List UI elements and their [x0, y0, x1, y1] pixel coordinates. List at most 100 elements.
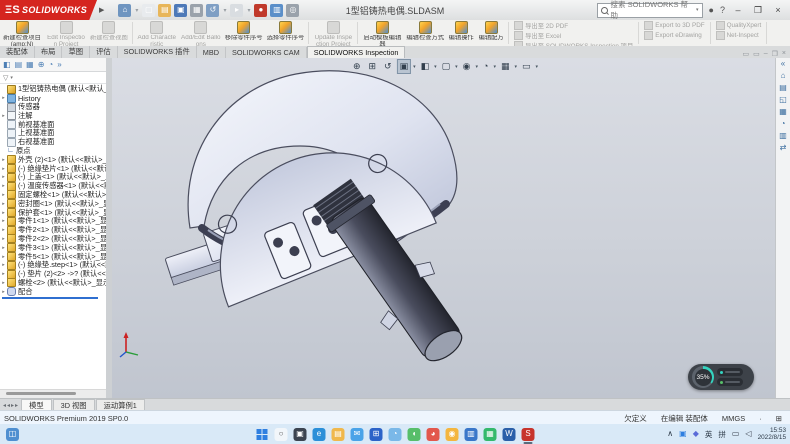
forum-icon[interactable]: ⇄ [780, 144, 787, 152]
ribbon-button[interactable]: 编辑操作 [446, 20, 476, 46]
command-tab-solidworks-cam[interactable]: SOLIDWORKS CAM [226, 47, 307, 58]
weather-icon[interactable]: ◔ [389, 428, 402, 441]
displaymanager-tab-icon[interactable]: ◔ [48, 60, 53, 69]
command-tab-草图[interactable]: 草图 [62, 46, 90, 58]
scroll-arrow-icon[interactable]: ▸ [11, 402, 14, 409]
tree-row[interactable]: 1型铝铸热电偶 (默认<默认_显示状态-1 [0, 85, 106, 94]
reader-icon[interactable]: ▥ [465, 428, 478, 441]
filter-dropdown-icon[interactable]: ▾ [10, 75, 13, 81]
solidworks-logo[interactable]: ΞS SOLIDWORKS [0, 0, 97, 20]
scrollbar-thumb[interactable] [6, 392, 76, 395]
onedrive-icon[interactable]: ▣ [679, 430, 687, 438]
expand-arrow-icon[interactable]: ▸ [0, 280, 7, 286]
command-tab-装配体[interactable]: 装配体 [0, 46, 35, 58]
options-gear-icon[interactable]: ◎ [286, 4, 299, 17]
command-tab-solidworks-inspection[interactable]: SOLIDWORKS Inspection [307, 46, 406, 58]
display-pane-icon[interactable]: ▥ [270, 4, 283, 17]
expand-arrow-icon[interactable]: ▸ [0, 174, 7, 180]
ribbon-button[interactable]: 移除零件序号 [223, 20, 265, 46]
new-document-icon[interactable]: ▢ [142, 4, 155, 17]
doc-window-button[interactable]: – [764, 50, 768, 58]
tab-overflow-icon[interactable]: » [57, 60, 61, 69]
custom-properties-icon[interactable]: ▥ [779, 132, 787, 140]
expand-arrow-icon[interactable]: ▸ [0, 245, 7, 251]
touch-keyboard-icon[interactable]: ▭ [732, 430, 740, 438]
featuremanager-tab-icon[interactable]: ◧ [3, 60, 11, 69]
search-dropdown-icon[interactable]: ▾ [696, 7, 699, 13]
word-icon[interactable]: W [503, 428, 516, 441]
command-tab-solidworks-插件[interactable]: SOLIDWORKS 插件 [118, 46, 197, 58]
recorder-button-2[interactable] [717, 378, 743, 386]
tree-row[interactable]: ▸History [0, 94, 106, 103]
print-icon[interactable]: ▦ [190, 4, 203, 17]
expand-arrow-icon[interactable]: ▸ [0, 210, 7, 216]
logo-expand-arrow-icon[interactable]: ▶ [99, 6, 104, 14]
solidworks-app-icon[interactable]: S [522, 428, 535, 441]
tree-filter-row[interactable]: ▽ ▾ [0, 72, 106, 84]
language-indicator[interactable]: 英 [705, 429, 713, 440]
ribbon-button[interactable]: 编辑检查方式 [404, 20, 446, 46]
solidworks-resources-icon[interactable]: ⌂ [781, 72, 786, 80]
notes-icon[interactable]: ▦ [484, 428, 497, 441]
ribbon-button[interactable]: 启动模板编辑器 [360, 20, 404, 46]
file-explorer-icon[interactable]: ◱ [779, 96, 787, 104]
start-button[interactable] [256, 428, 269, 441]
expand-arrow-icon[interactable]: ▸ [0, 254, 7, 260]
command-tab-布局[interactable]: 布局 [35, 46, 63, 58]
tree-row[interactable]: ▸配合 [0, 287, 106, 296]
assembly-model[interactable] [112, 58, 776, 398]
expand-arrow-icon[interactable]: ▸ [0, 113, 7, 119]
clock[interactable]: 15:532022/8/15 [758, 427, 786, 442]
select-cursor-icon[interactable]: ▸ [230, 4, 243, 17]
tray-chevron-icon[interactable]: ∧ [667, 430, 673, 438]
wechat-icon[interactable]: ◖ [408, 428, 421, 441]
task-view-icon[interactable]: ▣ [294, 428, 307, 441]
expand-arrow-icon[interactable]: ▸ [0, 166, 7, 172]
ribbon-button[interactable]: 新建检查项目 (amp;N) [0, 20, 44, 46]
collapse-taskpane-icon[interactable]: « [781, 60, 785, 68]
doc-window-button[interactable]: ▭ [753, 50, 760, 58]
expand-arrow-icon[interactable]: ▸ [0, 192, 7, 198]
doc-window-button[interactable]: ❐ [772, 50, 778, 58]
minimize-button[interactable]: – [731, 5, 745, 15]
scroll-arrow-icon[interactable]: ▸ [15, 402, 18, 409]
user-account-icon[interactable]: ● [709, 6, 714, 15]
home-icon[interactable]: ⌂ [118, 4, 131, 17]
design-library-icon[interactable]: ▤ [779, 84, 787, 92]
doc-window-button[interactable]: ▭ [742, 50, 749, 58]
color-wheel-icon[interactable]: ◕ [427, 428, 440, 441]
graphics-area[interactable]: ⊕⊞↺▣▾◧▾▢▾◉▾◔▾▦▾▭▾ [112, 58, 776, 398]
expand-arrow-icon[interactable]: ▸ [0, 218, 7, 224]
view-palette-icon[interactable]: ▦ [779, 108, 787, 116]
edge-icon[interactable]: e [313, 428, 326, 441]
save-icon[interactable]: ▣ [174, 4, 187, 17]
tree-horizontal-scrollbar[interactable] [0, 389, 106, 398]
scroll-arrow-icon[interactable]: ◂ [3, 402, 6, 409]
expand-arrow-icon[interactable]: ▸ [0, 227, 7, 233]
expand-arrow-icon[interactable]: ▸ [0, 201, 7, 207]
expand-arrow-icon[interactable]: ▸ [0, 262, 7, 268]
recorder-button-1[interactable] [717, 368, 743, 376]
file-explorer-icon[interactable]: ▤ [332, 428, 345, 441]
mail-icon[interactable]: ✉ [351, 428, 364, 441]
close-button[interactable]: × [771, 5, 785, 15]
restore-button[interactable]: ❐ [751, 5, 765, 16]
tree-row[interactable]: ▸螺栓<2> (默认<<默认>_显示状态 [0, 279, 106, 288]
chrome-icon[interactable]: ◉ [446, 428, 459, 441]
store-icon[interactable]: ⊞ [370, 428, 383, 441]
expand-arrow-icon[interactable]: ▸ [0, 183, 7, 189]
open-folder-icon[interactable]: ▤ [158, 4, 171, 17]
command-tab-评估[interactable]: 评估 [90, 46, 118, 58]
search-input[interactable]: 搜索 SOLIDWORKS 帮助 ▾ [597, 3, 703, 18]
interference-icon[interactable]: ● [254, 4, 267, 17]
command-tab-mbd[interactable]: MBD [197, 47, 226, 58]
undo-icon[interactable]: ↺ [206, 4, 219, 17]
scroll-arrow-icon[interactable]: ◂ [7, 402, 10, 409]
ime-indicator[interactable]: 拼 [718, 429, 726, 440]
ribbon-button[interactable]: 选择零件序号 [265, 20, 307, 46]
tree-row[interactable]: 传感器 [0, 103, 106, 112]
configuration-tab-icon[interactable]: ▦ [26, 60, 34, 69]
widgets-icon[interactable]: ◫ [6, 428, 19, 441]
defender-icon[interactable]: ◆ [693, 430, 699, 438]
expand-arrow-icon[interactable]: ▸ [0, 95, 7, 101]
